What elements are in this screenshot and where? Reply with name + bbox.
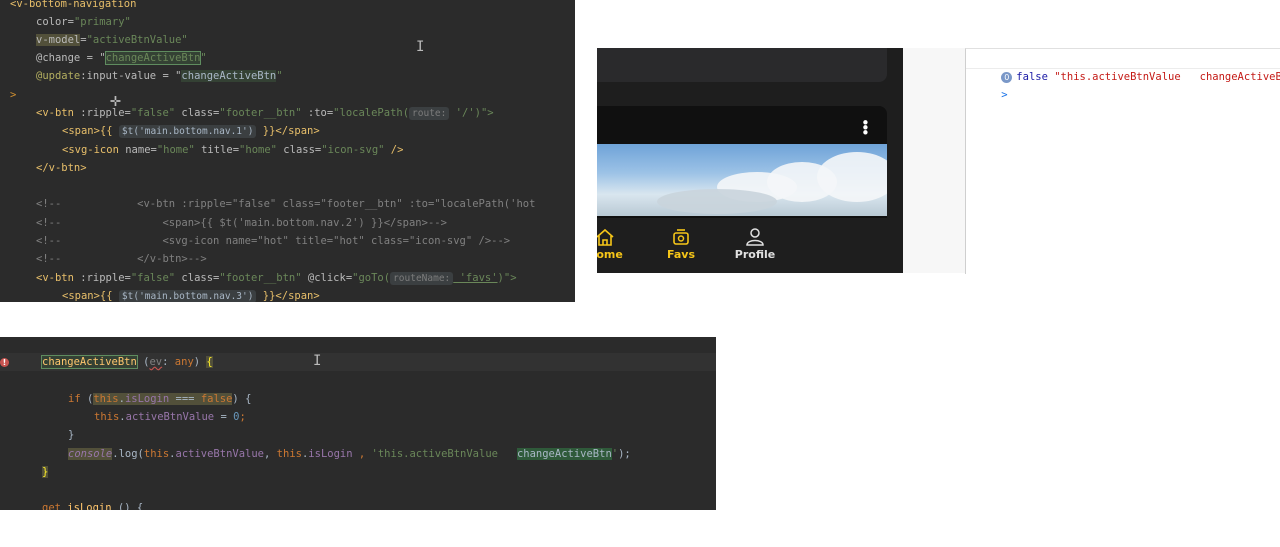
code-line: get isLogin () { bbox=[42, 502, 144, 510]
code-line: @update:input-value = "changeActiveBtn" bbox=[36, 70, 283, 82]
code-line: changeActiveBtn (ev: any) { bbox=[41, 355, 213, 369]
home-icon bbox=[597, 228, 614, 246]
code-line: </v-btn> bbox=[36, 162, 87, 174]
error-icon[interactable]: ! bbox=[0, 358, 9, 367]
code-line: this.activeBtnValue = 0; bbox=[94, 411, 246, 423]
nav-label: Home bbox=[597, 248, 623, 261]
code-line: <v-bottom-navigation bbox=[10, 0, 137, 10]
text-cursor-icon: I bbox=[416, 39, 425, 55]
code-line: <span>{{ $t('main.bottom.nav.1') }}</spa… bbox=[62, 125, 320, 138]
prompt-chevron-icon: > bbox=[1001, 89, 1008, 101]
console-log-entry[interactable]: 0 false "this.activeBtnValue changeActive… bbox=[966, 50, 1280, 83]
code-line: <!-- <span>{{ $t('main.bottom.nav.2') }}… bbox=[36, 217, 447, 229]
devtools-gutter bbox=[903, 48, 965, 273]
code-line: } bbox=[68, 429, 75, 441]
code-line: console.log(this.activeBtnValue, this.is… bbox=[68, 448, 631, 460]
bottom-navigation: Home Favs Profile bbox=[597, 218, 903, 273]
code-line: > bbox=[10, 89, 17, 101]
console-prompt[interactable]: > bbox=[966, 68, 1280, 101]
nav-label: Profile bbox=[734, 248, 776, 261]
code-line: color="primary" bbox=[36, 16, 131, 28]
nav-button-profile[interactable]: Profile bbox=[731, 228, 779, 261]
nav-button-favs[interactable]: Favs bbox=[661, 228, 701, 261]
move-cursor-icon: ✛ bbox=[110, 90, 121, 111]
code-line: <!-- </v-btn>--> bbox=[36, 253, 207, 265]
nav-button-home[interactable]: Home bbox=[597, 228, 627, 261]
code-line: @change = "changeActiveBtn" bbox=[36, 51, 207, 65]
profile-icon bbox=[746, 228, 764, 246]
code-line: <!-- <v-btn :ripple="false" class="foote… bbox=[36, 198, 536, 210]
browser-console[interactable]: 0 false "this.activeBtnValue changeActive… bbox=[965, 48, 1280, 274]
code-line: v-model="activeBtnValue" bbox=[36, 34, 188, 46]
code-line: <v-btn :ripple="false" class="footer__bt… bbox=[36, 272, 517, 285]
code-line: <v-btn :ripple="false" class="footer__bt… bbox=[36, 107, 494, 120]
favs-icon bbox=[673, 229, 689, 245]
code-editor-template[interactable]: <v-bottom-navigation color="primary" v-m… bbox=[0, 0, 575, 302]
code-line: <svg-icon name="home" title="home" class… bbox=[62, 144, 404, 156]
app-preview: ••• Home Favs Profile bbox=[597, 48, 903, 273]
code-line: } bbox=[42, 466, 49, 478]
more-vertical-icon[interactable]: • • • bbox=[861, 116, 870, 141]
nav-label: Favs bbox=[666, 248, 695, 261]
code-editor-script[interactable]: ! changeActiveBtn (ev: any) { if (this.i… bbox=[0, 337, 716, 510]
video-thumbnail[interactable] bbox=[597, 144, 887, 216]
code-line: if (this.isLogin === false) { bbox=[68, 393, 252, 405]
text-cursor-icon: I bbox=[313, 353, 322, 369]
card[interactable] bbox=[597, 48, 887, 82]
code-line: <!-- <svg-icon name="hot" title="hot" cl… bbox=[36, 235, 511, 247]
code-line: <span>{{ $t('main.bottom.nav.3') }}</spa… bbox=[62, 290, 320, 302]
